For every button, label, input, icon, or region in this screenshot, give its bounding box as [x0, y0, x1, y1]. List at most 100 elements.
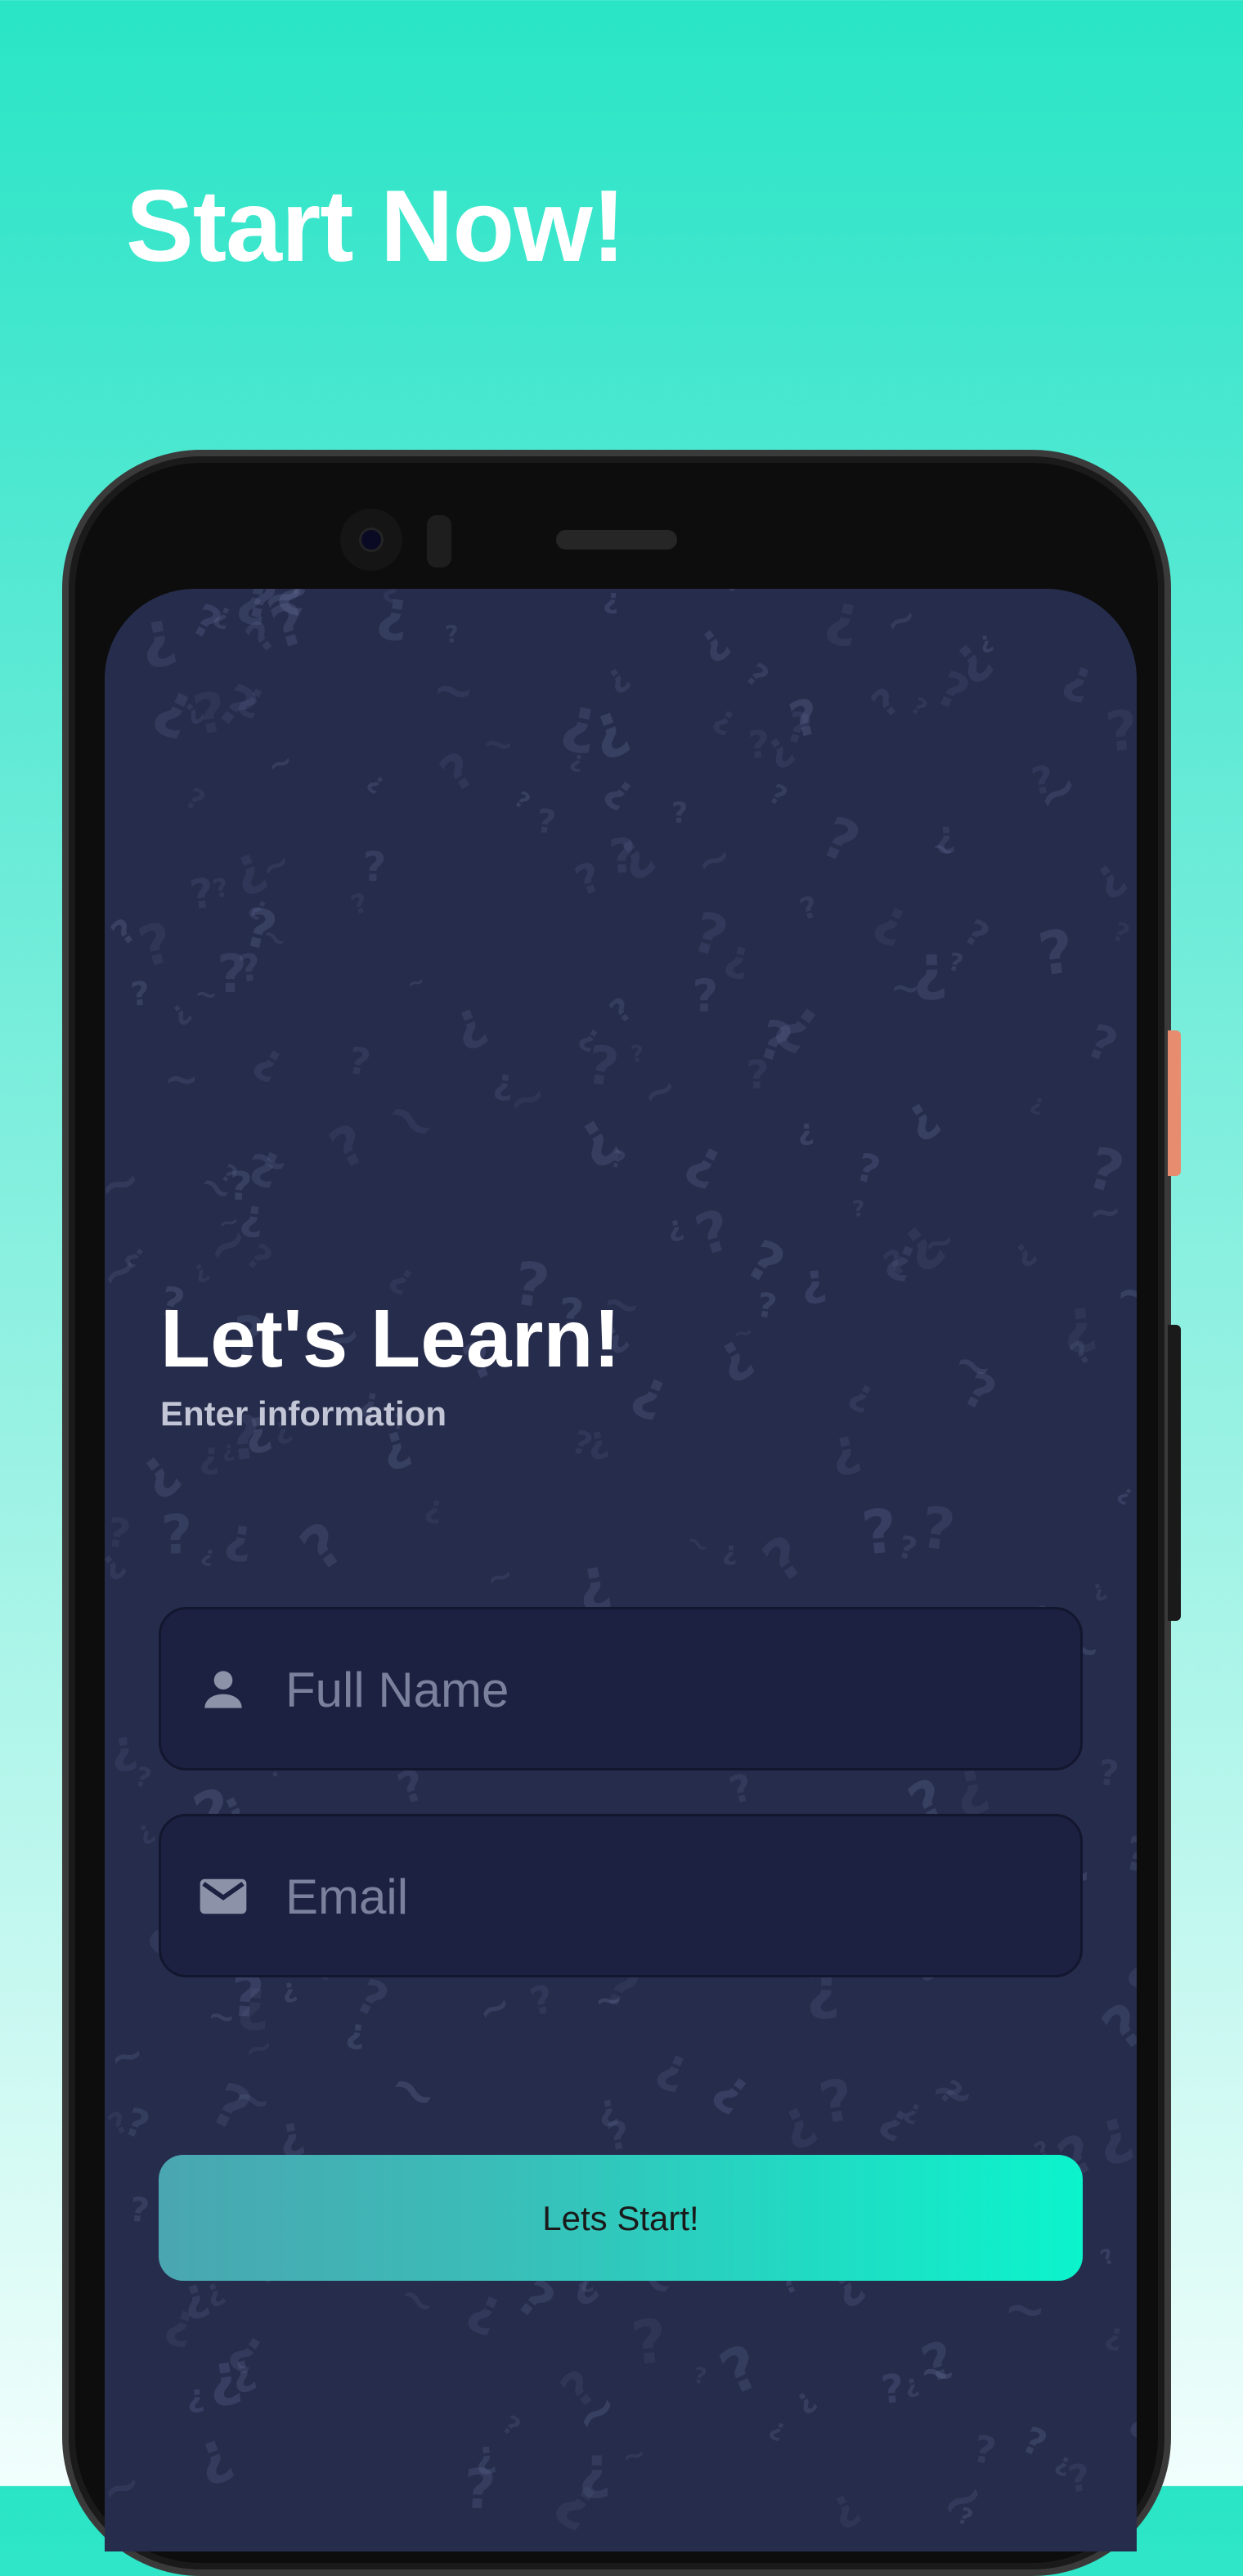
pattern-glyph: ? — [362, 843, 387, 891]
pattern-glyph: ? — [1103, 698, 1137, 765]
pattern-glyph: ? — [1120, 1826, 1137, 1884]
pattern-glyph: ¿ — [186, 1254, 213, 1286]
pattern-glyph: ¿ — [664, 1209, 687, 1245]
pattern-glyph: ? — [1097, 1752, 1120, 1795]
pattern-glyph: ? — [430, 741, 486, 804]
pattern-glyph: ? — [320, 1111, 376, 1182]
pattern-glyph: ? — [945, 948, 966, 979]
pattern-glyph: ? — [710, 2331, 770, 2409]
pattern-glyph: ? — [738, 656, 775, 695]
pattern-glyph: ~ — [428, 658, 479, 723]
pattern-glyph: ? — [132, 910, 179, 981]
pattern-glyph: ¿ — [123, 1435, 187, 1506]
pattern-glyph: ? — [859, 1496, 901, 1569]
pattern-glyph: ¿ — [788, 2382, 821, 2418]
pattern-glyph: ¿ — [1086, 1574, 1110, 1604]
pattern-glyph: ? — [496, 2410, 525, 2443]
full-name-input[interactable] — [284, 1609, 1064, 1770]
pattern-glyph: ¿ — [1057, 647, 1102, 707]
pattern-glyph: ~ — [469, 1981, 519, 2036]
pattern-glyph: ? — [180, 782, 211, 819]
pattern-glyph: ¿ — [819, 2478, 865, 2533]
pattern-glyph: ? — [630, 1040, 645, 1068]
pattern-glyph: ¿ — [708, 697, 743, 739]
earpiece-speaker — [556, 530, 677, 550]
pattern-glyph: ¿ — [271, 2104, 308, 2161]
pattern-glyph: ? — [1066, 2455, 1093, 2502]
pattern-glyph: ¿ — [687, 613, 735, 667]
email-input[interactable] — [284, 1816, 1064, 1977]
pattern-glyph: ~ — [370, 1075, 454, 1164]
pattern-glyph: ? — [604, 990, 639, 1031]
pattern-glyph: ~ — [164, 1055, 200, 1104]
pattern-glyph: ¿ — [823, 1416, 864, 1480]
pattern-glyph: ¿ — [602, 589, 622, 617]
pattern-glyph: ~ — [730, 1317, 756, 1349]
pattern-glyph: ¿ — [765, 2412, 791, 2444]
pattern-glyph: ¿ — [594, 2086, 622, 2130]
pattern-glyph: ~ — [1114, 1262, 1137, 1324]
pattern-glyph: ~ — [689, 831, 741, 890]
pattern-glyph: ¿ — [162, 994, 195, 1030]
sensor — [427, 515, 451, 568]
pattern-glyph: ~ — [375, 2051, 451, 2132]
person-icon — [204, 1671, 242, 1708]
pattern-glyph: ¿ — [473, 2432, 499, 2477]
pattern-glyph: ? — [444, 620, 460, 648]
pattern-glyph: ? — [1130, 990, 1137, 1039]
email-icon — [200, 1878, 247, 1914]
pattern-glyph: ? — [569, 853, 608, 906]
volume-button — [1168, 1325, 1181, 1621]
pattern-glyph: ? — [509, 787, 534, 815]
pattern-glyph: ¿ — [1124, 2390, 1137, 2444]
camera-icon — [340, 509, 402, 571]
lets-start-button[interactable]: Lets Start! — [159, 2155, 1083, 2281]
pattern-glyph: ¿ — [442, 989, 492, 1055]
pattern-glyph: ¿ — [798, 1253, 829, 1307]
pattern-glyph: ~ — [633, 1062, 685, 1120]
pattern-glyph: ¿ — [1028, 1089, 1048, 1117]
pattern-glyph: ~ — [105, 1149, 149, 1218]
pattern-glyph: ¿ — [199, 1541, 218, 1568]
full-name-field[interactable] — [159, 1607, 1083, 1770]
email-field[interactable] — [159, 1814, 1083, 1977]
pattern-glyph: ? — [752, 1522, 817, 1595]
pattern-glyph: ? — [1080, 1134, 1131, 1208]
pattern-glyph: ? — [289, 1509, 357, 1586]
pattern-glyph: ¿ — [706, 2056, 764, 2120]
pattern-glyph: ? — [797, 891, 822, 927]
pattern-glyph: ? — [1016, 2418, 1053, 2466]
pattern-glyph: ? — [764, 777, 792, 812]
page-subtitle: Enter information — [160, 1394, 447, 1433]
pattern-glyph: ? — [814, 2066, 859, 2138]
pattern-glyph: ? — [526, 1977, 558, 2026]
pattern-glyph: ? — [188, 680, 232, 749]
pattern-glyph: ¿ — [199, 1433, 222, 1477]
pattern-glyph: ~ — [619, 2437, 649, 2475]
pattern-glyph: ¿ — [186, 2377, 206, 2414]
pattern-glyph: ¿ — [491, 1061, 516, 1103]
pattern-glyph: ? — [1090, 1989, 1137, 2064]
pattern-glyph: ¿ — [599, 764, 645, 815]
pattern-glyph: ~ — [480, 720, 518, 768]
pattern-glyph: ¿ — [1004, 1232, 1040, 1272]
pattern-glyph: ~ — [923, 2058, 982, 2129]
page-title: Let's Learn! — [160, 1293, 621, 1384]
pattern-glyph: ¿ — [220, 1436, 236, 1462]
pattern-glyph: ¿ — [222, 1506, 258, 1566]
pattern-glyph: ¿ — [844, 1368, 882, 1416]
pattern-glyph: ? — [928, 660, 978, 723]
pattern-glyph: ¿ — [248, 1032, 294, 1087]
pattern-glyph: ¿ — [1124, 1932, 1137, 1991]
pattern-glyph: ~ — [482, 1555, 519, 1599]
pattern-glyph: ? — [851, 1196, 866, 1223]
pattern-glyph: ~ — [679, 1524, 717, 1565]
pattern-glyph: ? — [863, 679, 908, 727]
pattern-glyph: ~ — [404, 968, 429, 997]
pattern-glyph: ¿ — [933, 813, 957, 856]
pattern-glyph: ¿ — [1102, 2315, 1128, 2354]
pattern-glyph: ¿ — [422, 1488, 446, 1526]
pattern-glyph: ¿ — [185, 2418, 239, 2491]
pattern-glyph: ¿ — [132, 595, 182, 673]
pattern-glyph: ? — [692, 969, 719, 1022]
